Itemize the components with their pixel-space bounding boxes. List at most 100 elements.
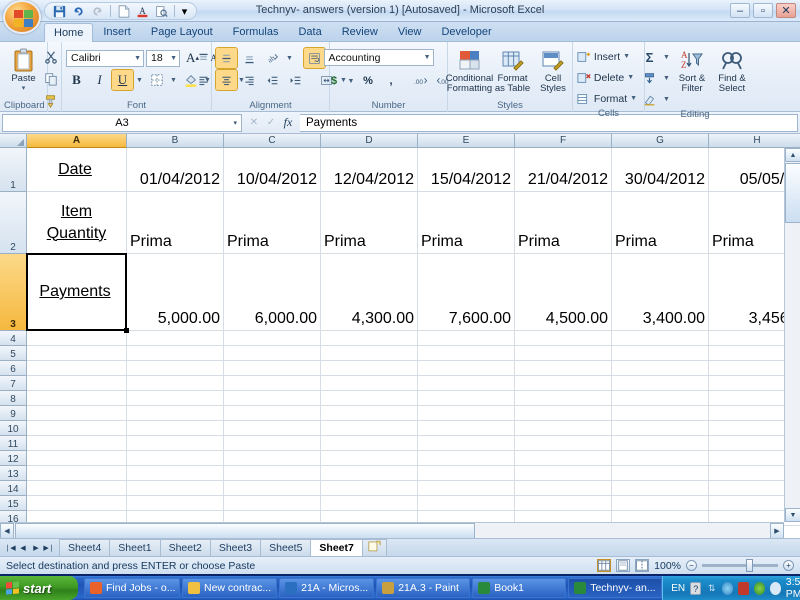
column-header-A[interactable]: A [27,134,127,148]
cell-G4[interactable] [612,331,709,346]
prev-sheet-button[interactable]: ◀ [17,542,29,554]
format-cells-button[interactable]: Format ▼ [575,89,642,108]
cell-C1[interactable]: 10/04/2012 [224,148,321,192]
scroll-right-button[interactable]: ▶ [770,523,784,538]
clear-dropdown-arrow[interactable]: ▼ [662,89,671,109]
orientation-dropdown-arrow[interactable]: ▼ [285,48,294,68]
cell-E4[interactable] [418,331,515,346]
cell-B1[interactable]: 01/04/2012 [127,148,224,192]
cell-G6[interactable] [612,361,709,376]
column-header-F[interactable]: F [515,134,612,148]
cell-A12[interactable] [27,451,127,466]
percent-format-icon[interactable]: % [358,71,379,91]
media-icon[interactable] [738,581,750,595]
cell-F15[interactable] [515,496,612,511]
sheet-tab-sheet3[interactable]: Sheet3 [209,539,262,556]
sheet-tab-sheet4[interactable]: Sheet4 [59,539,111,556]
cell-F2[interactable]: Prima [515,192,612,254]
cell-D2[interactable]: Prima [321,192,418,254]
cell-B14[interactable] [127,481,224,496]
cell-D4[interactable] [321,331,418,346]
increase-decimal-icon[interactable]: .00 [410,71,431,91]
cell-C9[interactable] [224,406,321,421]
cell-D15[interactable] [321,496,418,511]
cell-B9[interactable] [127,406,224,421]
taskbar-item-2[interactable]: 21A - Micros... [279,578,375,598]
cell-G2[interactable]: Prima [612,192,709,254]
cell-B4[interactable] [127,331,224,346]
cell-F10[interactable] [515,421,612,436]
cell-C5[interactable] [224,346,321,361]
cell-D10[interactable] [321,421,418,436]
row-header-11[interactable]: 11 [0,436,27,451]
find-select-button[interactable]: Find & Select [713,47,751,94]
column-header-G[interactable]: G [612,134,709,148]
tab-formulas[interactable]: Formulas [223,22,289,41]
row-header-14[interactable]: 14 [0,481,27,496]
orientation-icon[interactable]: ab [262,48,283,68]
column-header-C[interactable]: C [224,134,321,148]
row-header-12[interactable]: 12 [0,451,27,466]
close-button[interactable]: ✕ [776,3,796,18]
align-center-icon[interactable] [215,69,238,91]
zoom-in-button[interactable]: + [783,560,794,571]
enter-formula-icon[interactable]: ✓ [264,116,278,130]
taskbar-item-3[interactable]: 21A.3 - Paint [376,578,471,598]
zoom-slider-thumb[interactable] [746,559,753,572]
decrease-indent-icon[interactable] [262,70,283,90]
paste-button[interactable]: Paste ▾ [4,45,44,92]
office-button[interactable] [3,0,41,34]
cell-B2[interactable]: Prima [127,192,224,254]
cell-D12[interactable] [321,451,418,466]
cell-C14[interactable] [224,481,321,496]
cell-B5[interactable] [127,346,224,361]
cell-G15[interactable] [612,496,709,511]
column-header-B[interactable]: B [127,134,224,148]
cell-G5[interactable] [612,346,709,361]
cell-A13[interactable] [27,466,127,481]
align-right-icon[interactable] [239,70,260,90]
cell-E7[interactable] [418,376,515,391]
bottom-align-icon[interactable] [239,48,260,68]
cell-F5[interactable] [515,346,612,361]
cell-E1[interactable]: 15/04/2012 [418,148,515,192]
language-indicator[interactable]: EN [671,583,685,594]
cell-F4[interactable] [515,331,612,346]
shield-icon[interactable] [722,581,734,595]
underline-button[interactable]: U [111,69,134,91]
row-header-2[interactable]: 2 [0,192,27,254]
cell-A3[interactable]: Payments [27,254,127,331]
borders-icon[interactable] [146,70,167,90]
cell-E11[interactable] [418,436,515,451]
autosum-dropdown-arrow[interactable]: ▼ [662,47,671,67]
name-box-dropdown-arrow[interactable]: ▾ [233,119,237,127]
fill-dropdown-arrow[interactable]: ▼ [662,68,671,88]
cell-C15[interactable] [224,496,321,511]
scroll-down-button[interactable]: ▼ [785,508,800,522]
cell-D14[interactable] [321,481,418,496]
cell-F3[interactable]: 4,500.00 [515,254,612,331]
cell-A4[interactable] [27,331,127,346]
cell-B15[interactable] [127,496,224,511]
copy-icon[interactable] [40,69,61,89]
font-family-select[interactable]: Calibri ▼ [66,49,144,67]
cell-C7[interactable] [224,376,321,391]
comma-format-icon[interactable]: , [381,71,402,91]
taskbar-item-1[interactable]: New contrac... [182,578,278,598]
cell-C11[interactable] [224,436,321,451]
cell-D3[interactable]: 4,300.00 [321,254,418,331]
align-left-icon[interactable] [193,70,214,90]
column-header-D[interactable]: D [321,134,418,148]
cell-D8[interactable] [321,391,418,406]
cell-C6[interactable] [224,361,321,376]
horizontal-scrollbar[interactable]: ◀ ▶ [0,522,784,538]
horizontal-scroll-thumb[interactable] [15,523,475,538]
row-header-8[interactable]: 8 [0,391,27,406]
tab-insert[interactable]: Insert [93,22,141,41]
column-header-H[interactable]: H [709,134,800,148]
name-box[interactable]: A3 ▾ [2,113,242,132]
fill-icon[interactable] [639,68,660,88]
row-header-1[interactable]: 1 [0,148,27,192]
cell-D13[interactable] [321,466,418,481]
autosum-icon[interactable]: Σ [639,47,660,67]
